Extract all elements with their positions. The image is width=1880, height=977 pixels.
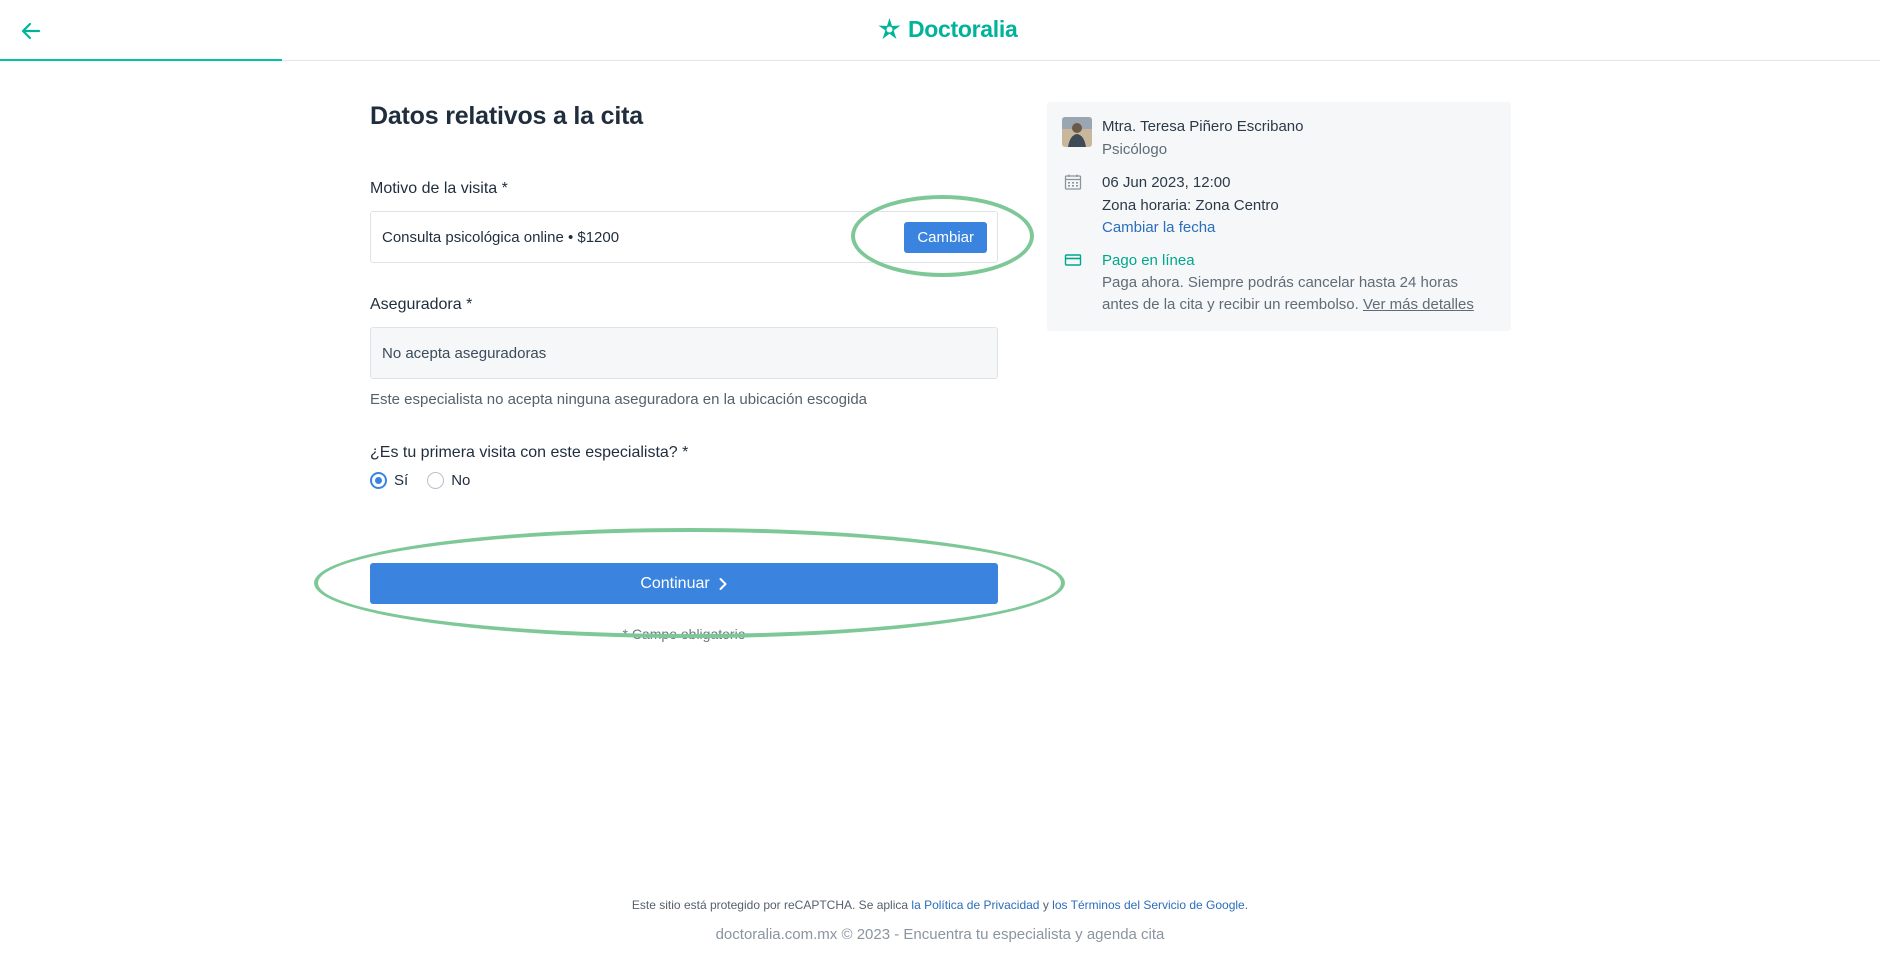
radio-option-si[interactable]: Sí — [370, 472, 408, 489]
payment-details-link[interactable]: Ver más detalles — [1363, 296, 1474, 313]
payment-title: Pago en línea — [1102, 252, 1195, 269]
doctor-avatar — [1062, 117, 1092, 147]
appointment-summary-card: Mtra. Teresa Piñero Escribano Psicólogo … — [1047, 102, 1511, 331]
logo-text: Doctoralia — [908, 16, 1018, 42]
doctor-role: Psicólogo — [1102, 141, 1168, 158]
privacy-policy-link[interactable]: la Política de Privacidad — [911, 898, 1039, 912]
change-reason-button[interactable]: Cambiar — [904, 222, 987, 253]
insurer-value: No acepta aseguradoras — [382, 344, 547, 362]
required-field-note: * Campo obligatorio — [622, 626, 746, 642]
radio-option-no[interactable]: No — [427, 472, 470, 489]
insurer-field: No acepta aseguradoras — [370, 327, 998, 379]
recaptcha-text: Este sitio está protegido por reCAPTCHA.… — [631, 898, 909, 912]
doctoralia-star-icon — [878, 18, 901, 39]
payment-description: Paga ahora. Siempre podrás cancelar hast… — [1102, 272, 1487, 316]
progress-bar — [0, 59, 282, 61]
first-visit-label: ¿Es tu primera visita con este especiali… — [370, 444, 689, 461]
radio-si-label: Sí — [394, 472, 409, 489]
reason-label: Motivo de la visita * — [370, 180, 508, 197]
reason-value: Consulta psicológica online • $1200 — [382, 228, 620, 246]
chevron-right-icon — [719, 577, 727, 590]
radio-no-label: No — [451, 472, 471, 489]
footer-and: y — [1042, 898, 1049, 912]
timezone-text: Zona horaria: Zona Centro — [1102, 197, 1279, 214]
calendar-icon — [1064, 174, 1082, 190]
appointment-form: Datos relativos a la cita Motivo de la v… — [370, 102, 998, 642]
doctoralia-logo[interactable]: Doctoralia — [877, 16, 1018, 43]
insurer-label: Aseguradora * — [370, 296, 473, 313]
doctor-name: Mtra. Teresa Piñero Escribano — [1102, 118, 1304, 135]
radio-si[interactable] — [370, 472, 387, 489]
reason-field: Consulta psicológica online • $1200 Camb… — [370, 211, 998, 263]
continue-button[interactable]: Continuar — [370, 563, 998, 604]
credit-card-icon — [1064, 252, 1082, 268]
footer-copyright: doctoralia.com.mx © 2023 - Encuentra tu … — [715, 926, 1165, 943]
first-visit-radio-group: Sí No — [370, 472, 489, 489]
insurer-hint: Este especialista no acepta ninguna aseg… — [370, 391, 868, 408]
appointment-datetime: 06 Jun 2023, 12:00 — [1102, 174, 1231, 191]
continue-label: Continuar — [640, 574, 710, 592]
change-date-link[interactable]: Cambiar la fecha — [1102, 217, 1215, 239]
radio-no[interactable] — [427, 472, 445, 489]
footer-period: . — [1244, 898, 1249, 912]
recaptcha-notice: Este sitio está protegido por reCAPTCHA.… — [0, 898, 1880, 912]
page-title: Datos relativos a la cita — [370, 102, 643, 130]
top-header: Doctoralia — [0, 0, 1880, 61]
back-arrow-icon[interactable] — [18, 18, 44, 44]
terms-of-service-link[interactable]: los Términos del Servicio de Google — [1052, 898, 1245, 912]
